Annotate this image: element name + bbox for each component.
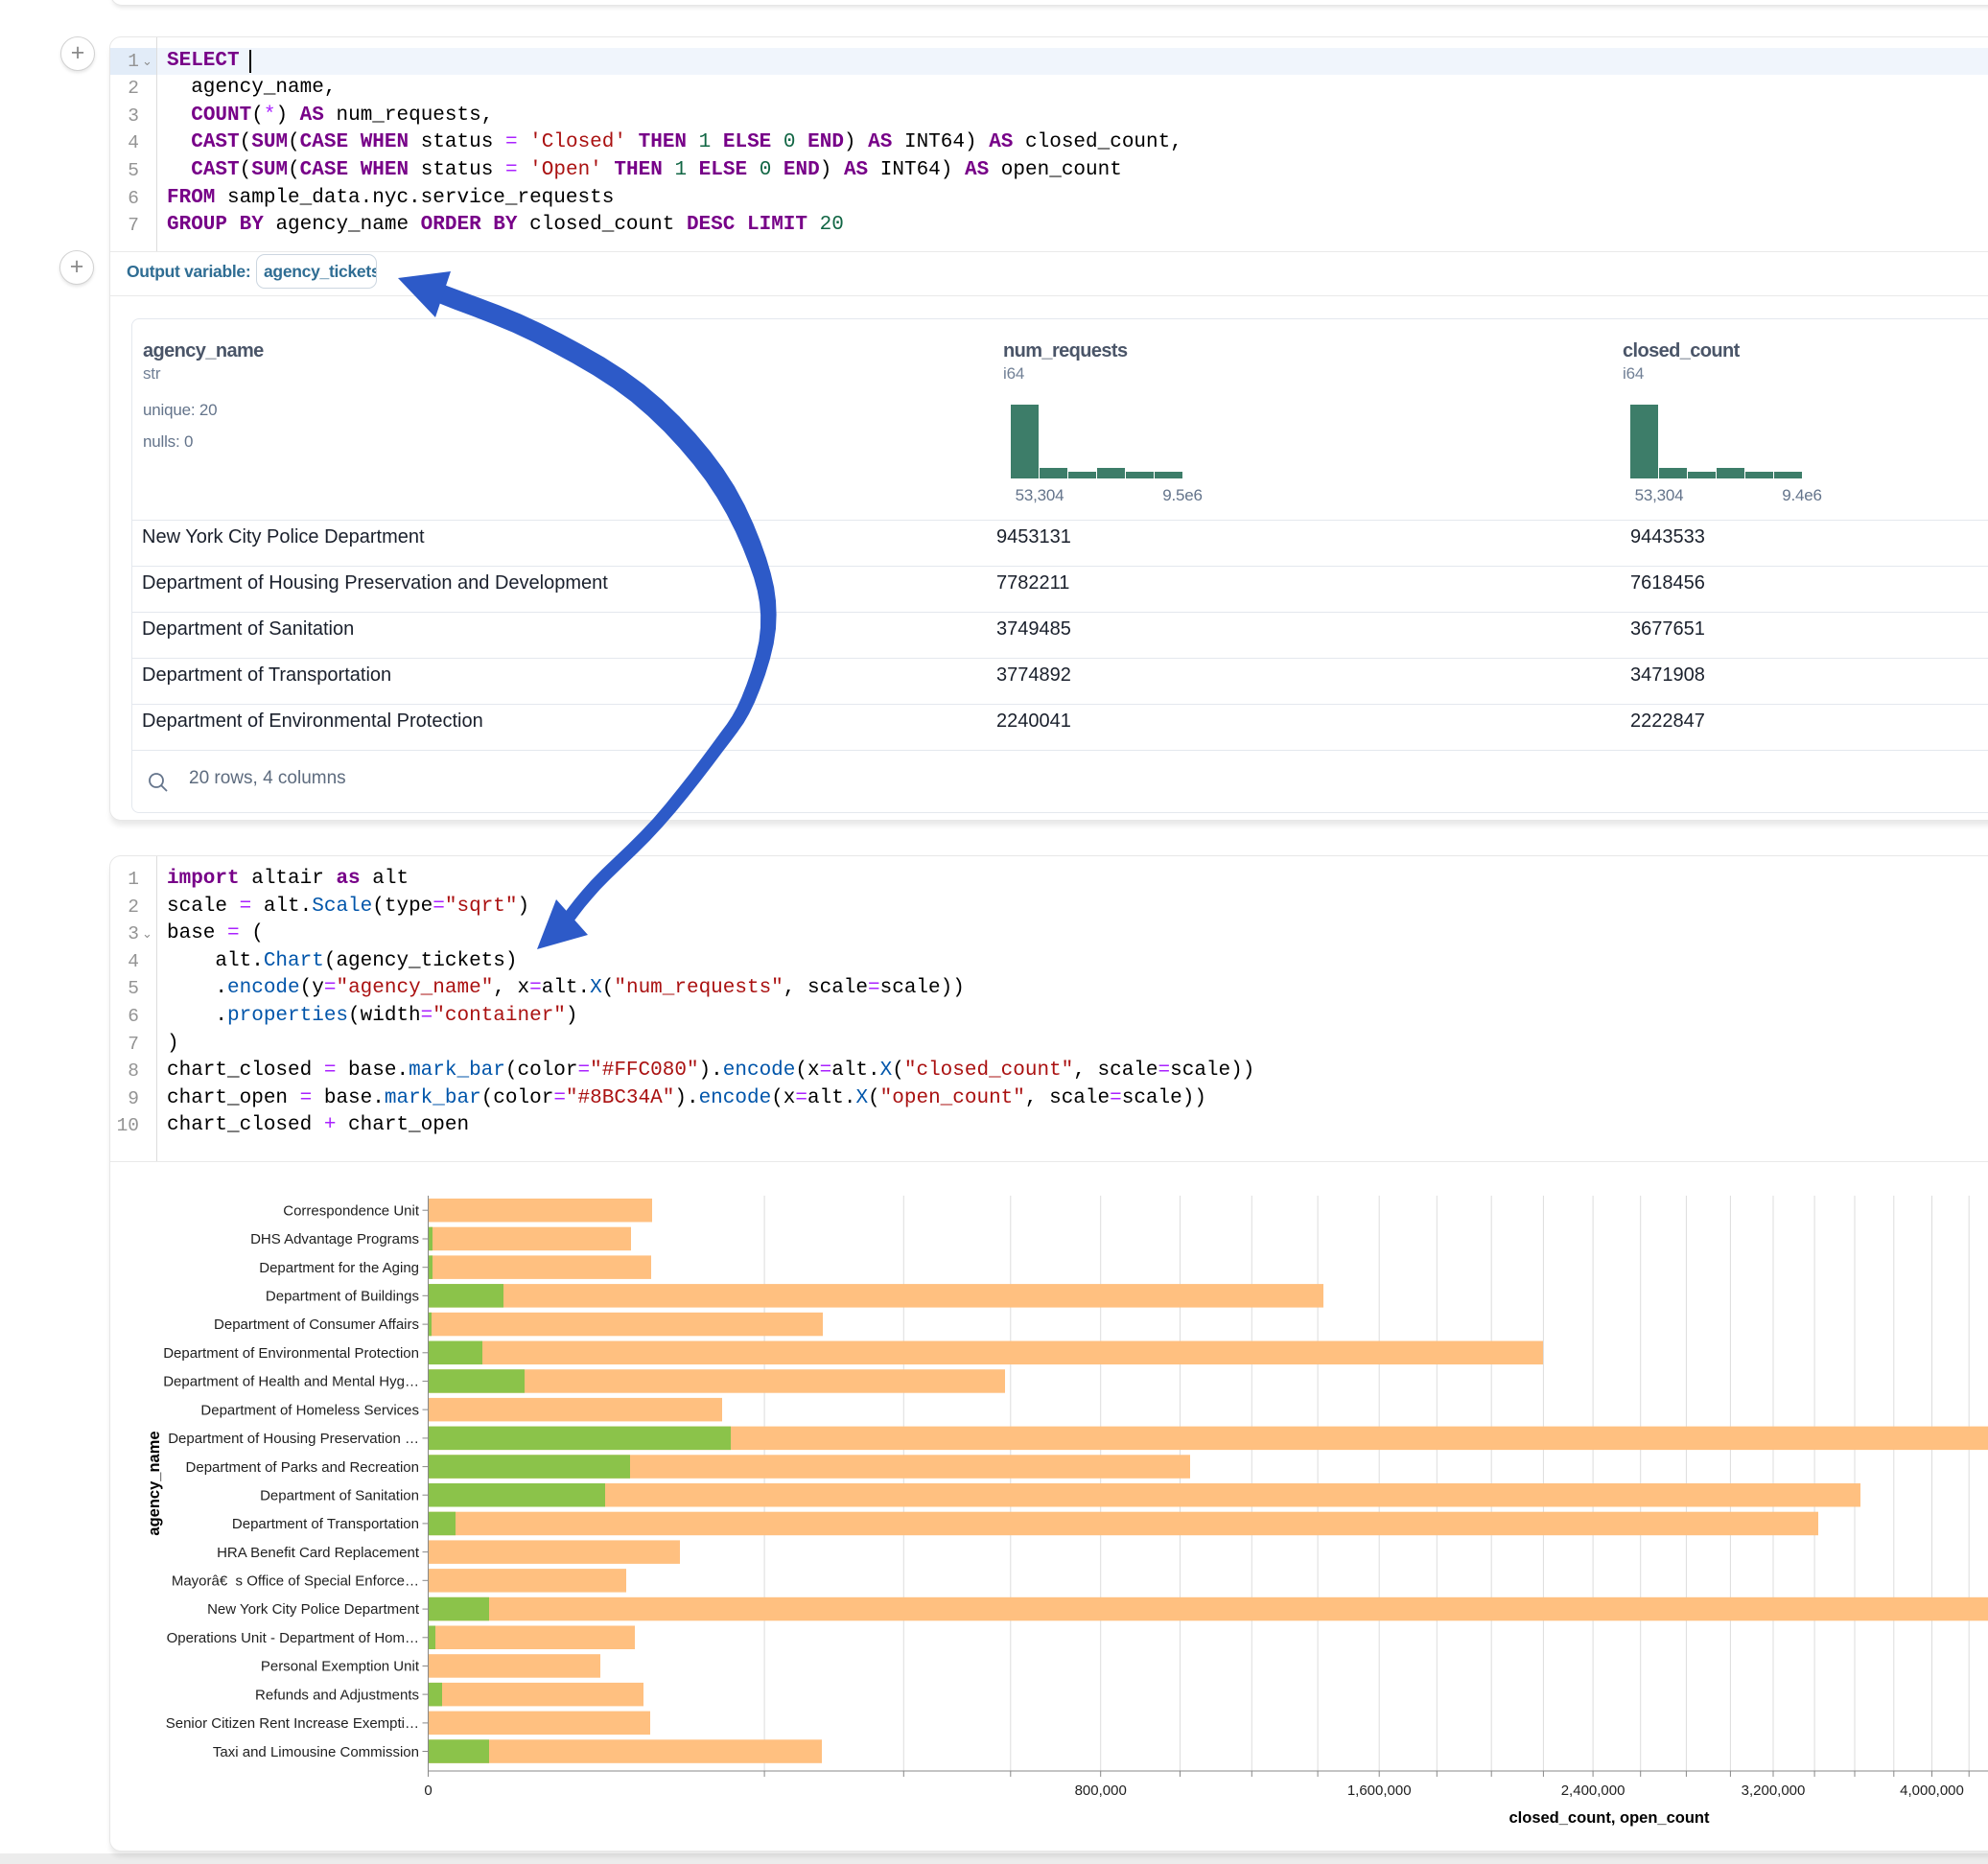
- svg-text:4,000,000: 4,000,000: [1900, 1782, 1964, 1799]
- svg-text:Department of Transportation: Department of Transportation: [232, 1516, 419, 1532]
- svg-text:Refunds and Adjustments: Refunds and Adjustments: [255, 1687, 419, 1703]
- svg-text:Department of Sanitation: Department of Sanitation: [260, 1487, 419, 1503]
- svg-text:New York City Police Departmen: New York City Police Department: [207, 1601, 420, 1618]
- svg-text:Department of Health and Menta: Department of Health and Mental Hyg…: [163, 1374, 419, 1390]
- svg-text:Taxi and Limousine Commission: Taxi and Limousine Commission: [213, 1744, 419, 1760]
- svg-text:Department of Consumer Affairs: Department of Consumer Affairs: [214, 1316, 419, 1333]
- svg-text:Department for the Aging: Department for the Aging: [259, 1260, 419, 1276]
- svg-text:closed_count, open_count: closed_count, open_count: [1509, 1809, 1710, 1827]
- svg-text:Senior Citizen Rent Increase E: Senior Citizen Rent Increase Exempti…: [166, 1715, 419, 1732]
- svg-text:1,600,000: 1,600,000: [1347, 1782, 1412, 1799]
- svg-text:agency_name: agency_name: [146, 1431, 163, 1535]
- svg-text:3,200,000: 3,200,000: [1742, 1782, 1806, 1799]
- svg-text:Correspondence Unit: Correspondence Unit: [283, 1203, 420, 1220]
- svg-text:Mayorâ€ s Office of Special E: Mayorâ€ s Office of Special Enforce…: [172, 1573, 419, 1590]
- svg-text:Department of Homeless Service: Department of Homeless Services: [200, 1402, 419, 1418]
- svg-text:800,000: 800,000: [1075, 1782, 1127, 1799]
- svg-text:Department of Housing Preserva: Department of Housing Preservation …: [168, 1431, 419, 1447]
- svg-text:DHS Advantage Programs: DHS Advantage Programs: [250, 1231, 419, 1247]
- svg-text:2,400,000: 2,400,000: [1561, 1782, 1625, 1799]
- svg-text:Personal Exemption Unit: Personal Exemption Unit: [261, 1659, 420, 1675]
- svg-text:HRA Benefit Card Replacement: HRA Benefit Card Replacement: [217, 1545, 420, 1561]
- svg-text:0: 0: [424, 1782, 432, 1799]
- svg-text:Department of Parks and Recrea: Department of Parks and Recreation: [186, 1459, 419, 1476]
- svg-text:Department of Buildings: Department of Buildings: [266, 1289, 419, 1305]
- svg-text:Operations Unit - Department o: Operations Unit - Department of Hom…: [167, 1630, 419, 1646]
- svg-text:Department of Environmental Pr: Department of Environmental Protection: [163, 1345, 419, 1362]
